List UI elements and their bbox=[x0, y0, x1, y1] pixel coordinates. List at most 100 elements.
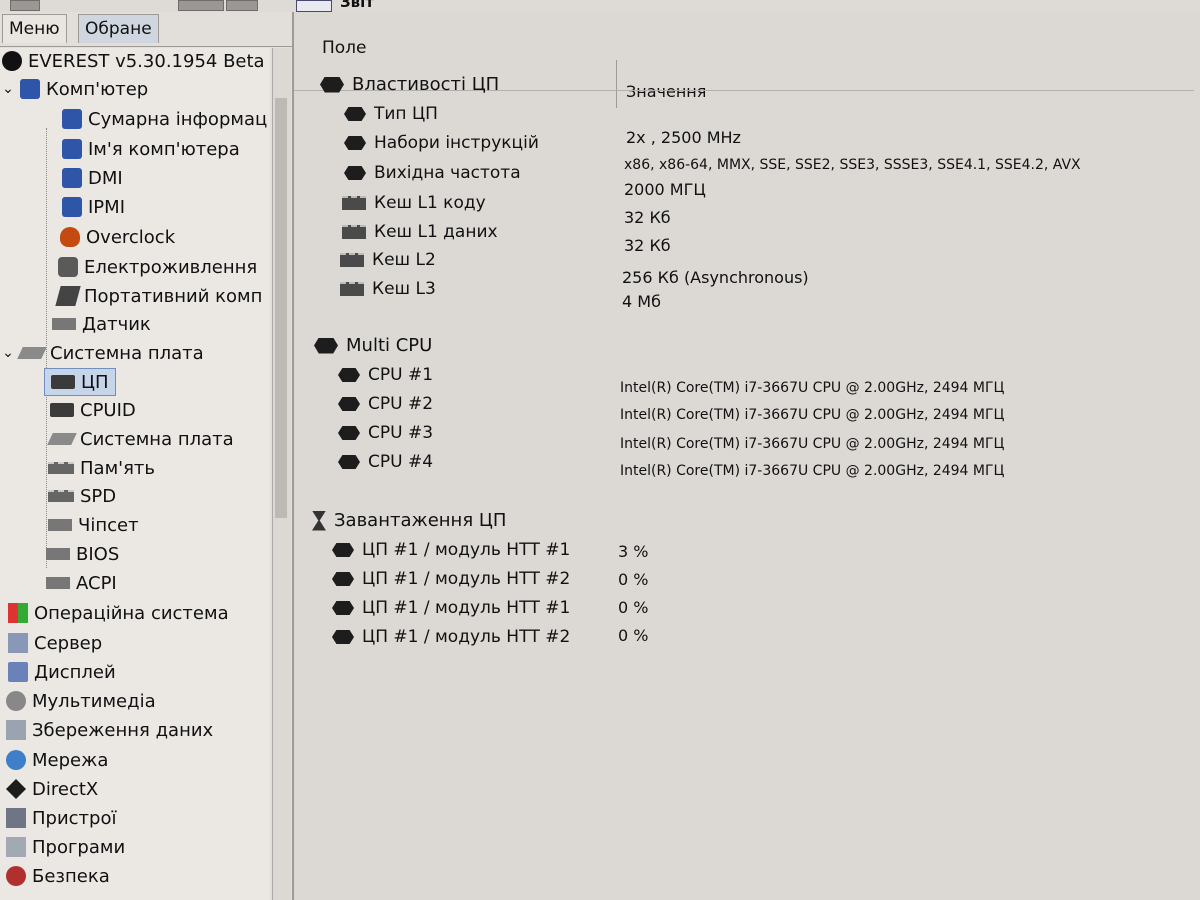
cpu-icon bbox=[332, 572, 354, 586]
tree-item-label: CPUID bbox=[80, 399, 136, 421]
sensor-icon bbox=[52, 318, 76, 330]
computer-icon bbox=[62, 197, 82, 217]
toolbar-button[interactable] bbox=[226, 0, 258, 11]
tab-menu[interactable]: Меню bbox=[2, 14, 67, 43]
field-label: Вихідна частота bbox=[374, 163, 521, 183]
field-cpu-4[interactable]: CPU #4 bbox=[338, 452, 433, 472]
tree-item-cpuid[interactable]: CPUID bbox=[50, 397, 136, 423]
tree-item-memory[interactable]: Пам'ять bbox=[48, 455, 155, 481]
tree-item-security[interactable]: Безпека bbox=[6, 863, 110, 889]
tree-item-devices[interactable]: Пристрої bbox=[6, 805, 116, 831]
value-instruction-sets: x86, x86-64, MMX, SSE, SSE2, SSE3, SSSE3… bbox=[624, 157, 1081, 173]
tree-root[interactable]: EVEREST v5.30.1954 Beta bbox=[2, 48, 265, 74]
field-cpu1-htt1[interactable]: ЦП #1 / модуль НТТ #1 bbox=[332, 540, 570, 560]
tree-item-portable[interactable]: Портативний комп bbox=[55, 283, 263, 309]
flame-icon bbox=[60, 227, 80, 247]
tree-item-directx[interactable]: DirectX bbox=[6, 776, 98, 802]
value-cpu-2: Intel(R) Core(TM) i7-3667U CPU @ 2.00GHz… bbox=[620, 407, 1005, 423]
tree-item-dmi[interactable]: DMI bbox=[62, 165, 123, 191]
group-title: Multi CPU bbox=[346, 335, 433, 356]
tree-item-label: Операційна система bbox=[34, 602, 229, 624]
tree-item-spd[interactable]: SPD bbox=[48, 483, 116, 509]
cpu-icon bbox=[320, 76, 344, 93]
field-cpu1-htt2[interactable]: ЦП #1 / модуль НТТ #2 bbox=[332, 569, 570, 589]
field-l1-data-cache[interactable]: Кеш L1 даних bbox=[342, 222, 498, 242]
tree-item-display[interactable]: Дисплей bbox=[8, 659, 116, 685]
tree-item-mainboard[interactable]: Системна плата bbox=[47, 426, 234, 452]
value-l3-cache: 4 Мб bbox=[622, 292, 661, 311]
tree-item-summary[interactable]: Сумарна інформац bbox=[62, 106, 267, 132]
tree-item-multimedia[interactable]: Мультимедіа bbox=[6, 688, 156, 714]
toolbar-button[interactable] bbox=[178, 0, 224, 11]
group-cpu-load[interactable]: Завантаження ЦП bbox=[312, 510, 506, 531]
back-button[interactable] bbox=[10, 0, 40, 11]
field-l1-code-cache[interactable]: Кеш L1 коду bbox=[342, 193, 486, 213]
field-instruction-sets[interactable]: Набори інструкцій bbox=[344, 133, 539, 153]
field-l3-cache[interactable]: Кеш L3 bbox=[340, 279, 436, 299]
memory-icon bbox=[342, 225, 366, 239]
tree-item-chipset[interactable]: Чіпсет bbox=[48, 512, 139, 538]
group-multi-cpu[interactable]: Multi CPU bbox=[314, 335, 432, 356]
report-button[interactable]: Звіт bbox=[296, 0, 374, 12]
field-cpu1-htt1-b[interactable]: ЦП #1 / модуль НТТ #1 bbox=[332, 598, 570, 618]
chipset-icon bbox=[48, 519, 72, 531]
field-cpu-2[interactable]: CPU #2 bbox=[338, 394, 433, 414]
memory-icon bbox=[340, 282, 364, 296]
value-cpu-3: Intel(R) Core(TM) i7-3667U CPU @ 2.00GHz… bbox=[620, 436, 1005, 452]
tree-item-label: Збереження даних bbox=[32, 719, 214, 741]
tree-item-label: Overclock bbox=[86, 226, 176, 248]
column-separator[interactable] bbox=[616, 60, 617, 108]
tree-scrollbar[interactable] bbox=[272, 48, 291, 900]
tree-item-label: Портативний комп bbox=[84, 285, 263, 307]
field-original-clock[interactable]: Вихідна частота bbox=[344, 163, 521, 183]
tree-item-sensor[interactable]: Датчик bbox=[52, 311, 151, 337]
everest-logo-icon bbox=[2, 51, 22, 71]
field-cpu-3[interactable]: CPU #3 bbox=[338, 423, 433, 443]
group-title: Завантаження ЦП bbox=[334, 510, 507, 531]
field-cpu-1[interactable]: CPU #1 bbox=[338, 365, 433, 385]
tree-item-cpu[interactable]: ЦП bbox=[44, 368, 116, 396]
tree-item-overclock[interactable]: Overclock bbox=[60, 224, 175, 250]
field-l2-cache[interactable]: Кеш L2 bbox=[340, 250, 436, 270]
tab-favorites[interactable]: Обране bbox=[78, 14, 159, 43]
tree-item-network[interactable]: Мережа bbox=[6, 747, 108, 773]
scrollbar-thumb[interactable] bbox=[275, 98, 287, 518]
programs-icon bbox=[6, 837, 26, 857]
tree-item-computer[interactable]: ⌄ Комп'ютер bbox=[2, 76, 148, 102]
tree-item-label: IPMI bbox=[88, 196, 126, 218]
tree-item-os[interactable]: Операційна система bbox=[8, 600, 229, 626]
report-icon bbox=[296, 0, 332, 12]
details-panel: Поле Значення Властивості ЦП Тип ЦП 2x ,… bbox=[294, 12, 1200, 900]
tree-item-programs[interactable]: Програми bbox=[6, 834, 125, 860]
laptop-icon bbox=[55, 286, 81, 306]
column-field[interactable]: Поле bbox=[322, 38, 367, 58]
tree-item-label: Чіпсет bbox=[78, 514, 139, 536]
tree-item-label: ЦП bbox=[81, 371, 109, 393]
report-label: Звіт bbox=[340, 0, 374, 11]
tree-item-label: Програми bbox=[32, 836, 126, 858]
field-label: CPU #2 bbox=[368, 394, 434, 414]
tree-item-acpi[interactable]: ACPI bbox=[46, 570, 117, 596]
tree-item-storage[interactable]: Збереження даних bbox=[6, 717, 213, 743]
chevron-down-icon[interactable]: ⌄ bbox=[2, 345, 14, 361]
value-cpu1-htt2: 0 % bbox=[618, 570, 649, 589]
tree-item-bios[interactable]: BIOS bbox=[46, 541, 119, 567]
chevron-down-icon[interactable]: ⌄ bbox=[2, 81, 14, 97]
tree-item-label: Системна плата bbox=[80, 428, 234, 450]
cpu-icon bbox=[344, 136, 366, 150]
tree-item-label: Ім'я комп'ютера bbox=[88, 138, 240, 160]
group-cpu-properties[interactable]: Властивості ЦП bbox=[320, 74, 499, 95]
field-label: Кеш L2 bbox=[372, 250, 436, 270]
field-cpu1-htt2-b[interactable]: ЦП #1 / модуль НТТ #2 bbox=[332, 627, 570, 647]
column-value[interactable]: Значення bbox=[626, 82, 706, 101]
tree-item-ipmi[interactable]: IPMI bbox=[62, 194, 125, 220]
tree-item-power[interactable]: Електроживлення bbox=[58, 254, 257, 280]
app-title: EVEREST v5.30.1954 Beta bbox=[28, 50, 265, 72]
field-cpu-type[interactable]: Тип ЦП bbox=[344, 104, 438, 124]
memory-icon bbox=[340, 253, 364, 267]
tree-item-computer-name[interactable]: Ім'я комп'ютера bbox=[62, 136, 240, 162]
tree-item-label: DMI bbox=[88, 167, 123, 189]
tree-item-label: Пристрої bbox=[32, 807, 117, 829]
tree-item-server[interactable]: Сервер bbox=[8, 630, 102, 656]
tree-item-motherboard[interactable]: ⌄ Системна плата bbox=[2, 340, 204, 366]
